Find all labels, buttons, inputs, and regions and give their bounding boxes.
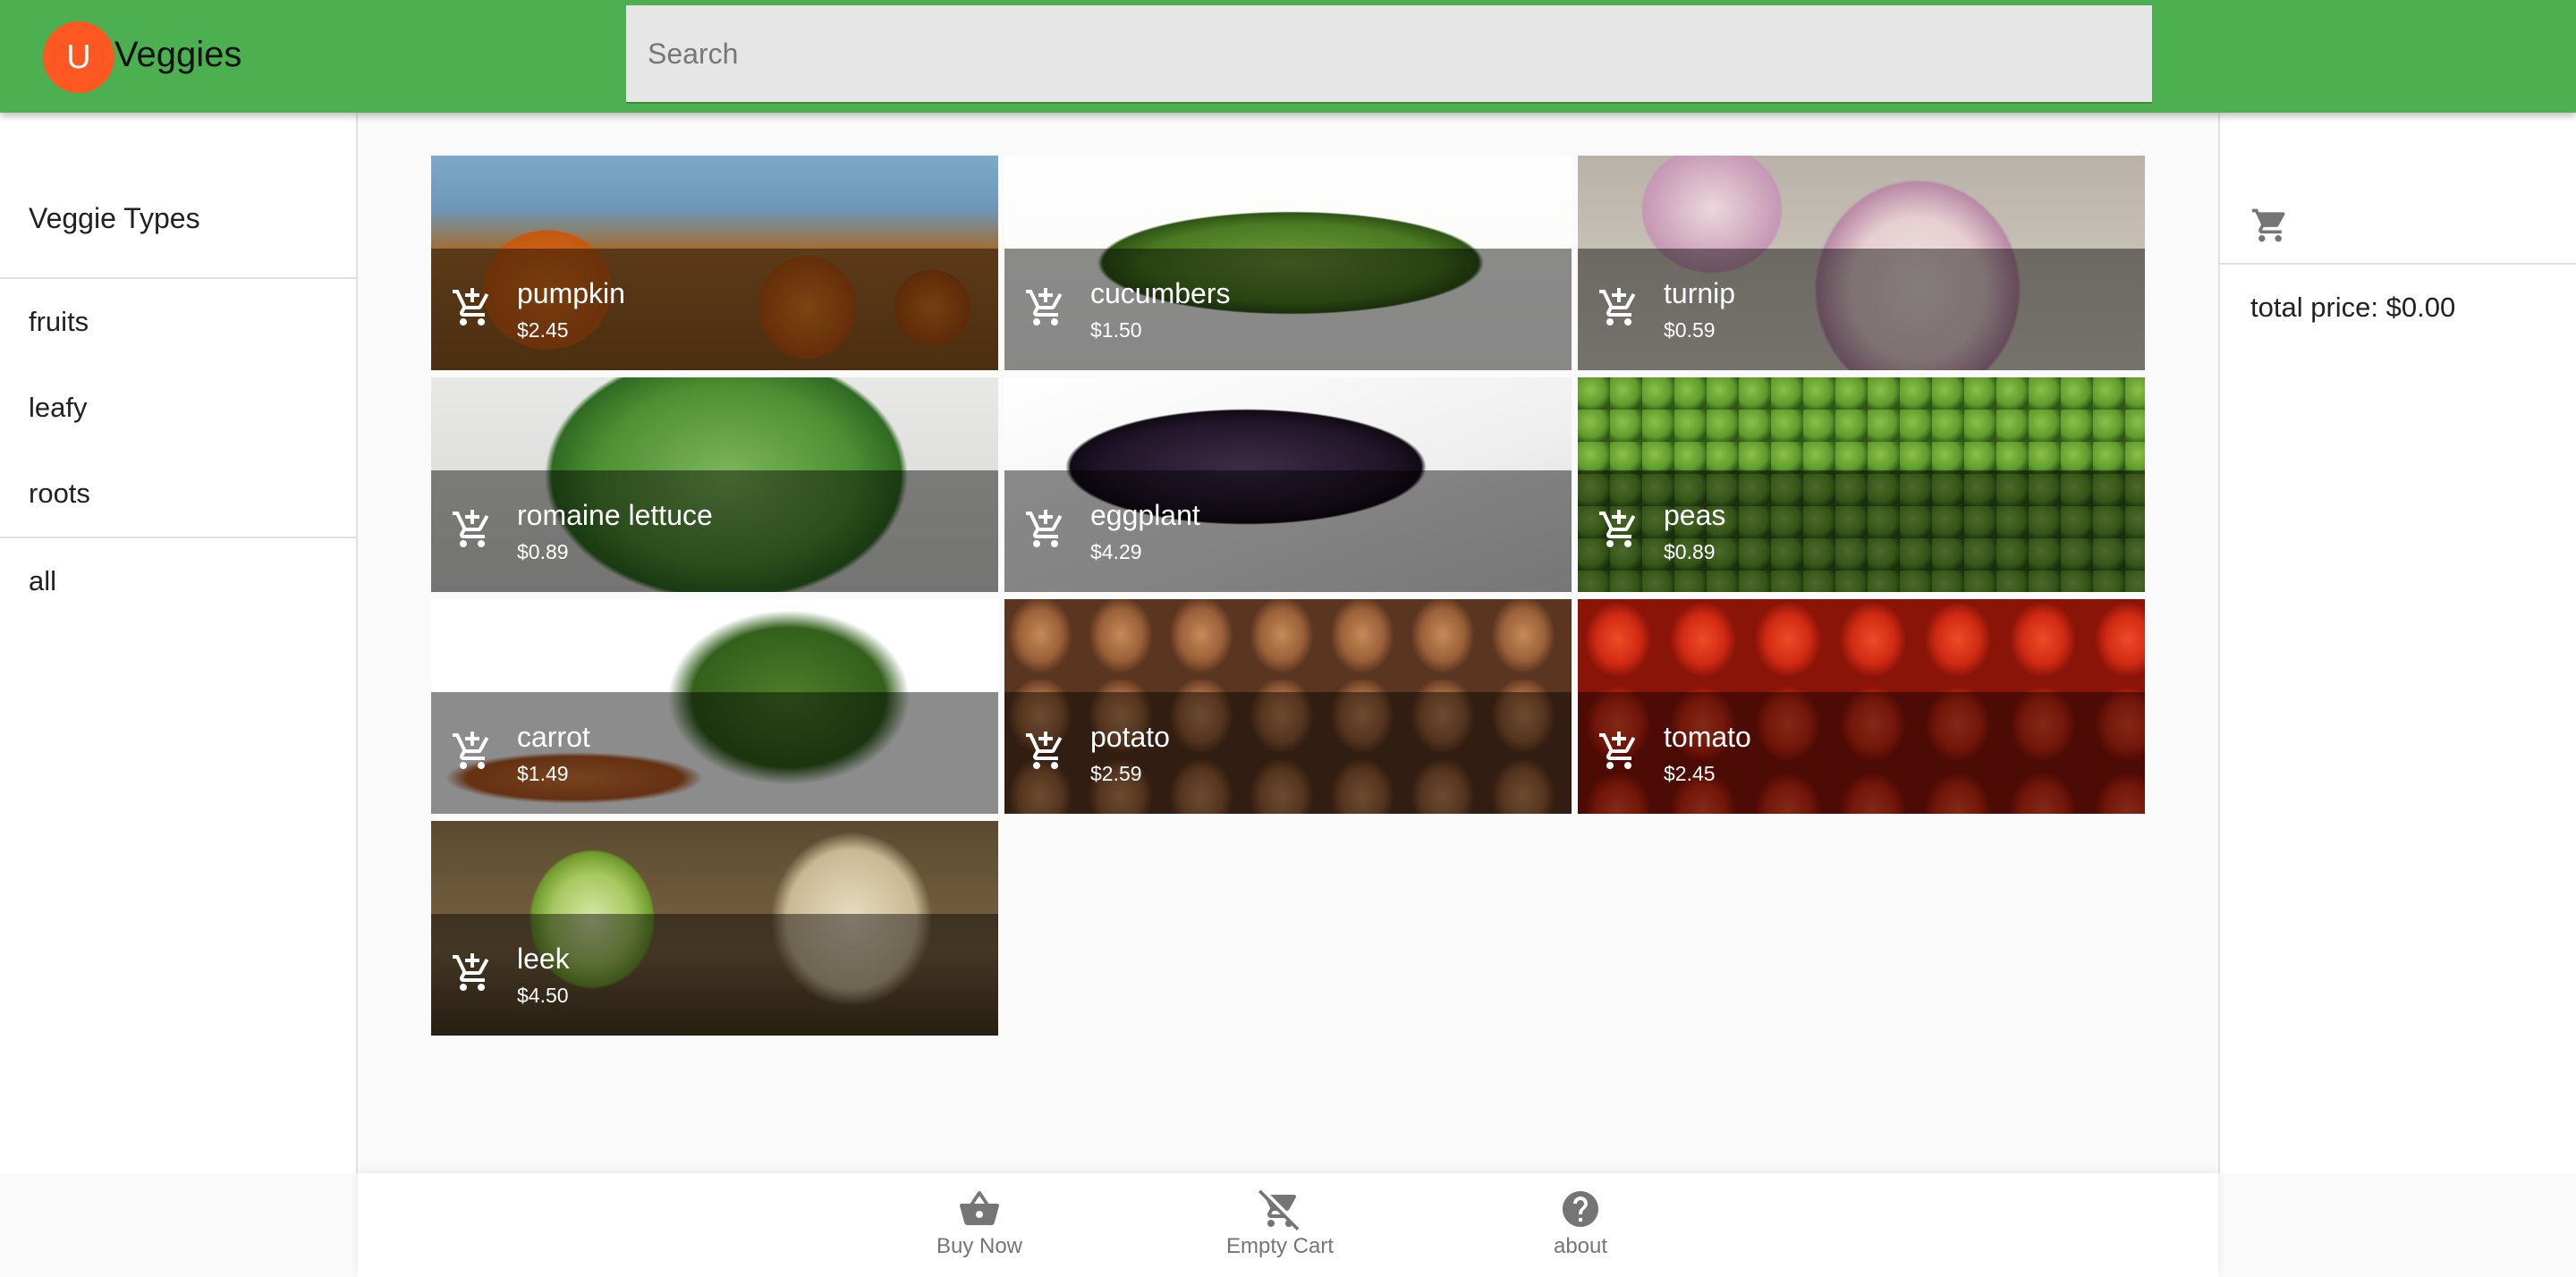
product-tile-potato[interactable]: potato $2.59 (1004, 599, 1572, 814)
product-grid: pumpkin $2.45 cucumbers $1.50 turnip $0.… (431, 156, 2145, 1036)
product-price: $2.59 (1090, 762, 1142, 785)
user-avatar[interactable]: U (43, 21, 114, 93)
total-price: total price: $0.00 (2250, 292, 2456, 323)
tile-caption-bar: potato $2.59 (1004, 692, 1572, 814)
product-price: $0.59 (1664, 318, 1716, 342)
tile-caption-bar: eggplant $4.29 (1004, 470, 1572, 592)
sidebar-item-fruits[interactable]: fruits (29, 306, 89, 338)
tile-caption-bar: leek $4.50 (431, 914, 998, 1036)
product-name: peas (1664, 499, 1726, 531)
sidebar-item-roots[interactable]: roots (29, 478, 90, 510)
bottom-navigation: Buy Now Empty Cart about (358, 1173, 2218, 1277)
empty-cart-button[interactable]: Empty Cart (1191, 1188, 1369, 1268)
product-name: potato (1090, 721, 1170, 753)
cart-divider (2220, 263, 2576, 265)
tile-caption-bar: pumpkin $2.45 (431, 249, 998, 370)
product-tile-peas[interactable]: peas $0.89 (1578, 377, 2145, 592)
cart-panel: total price: $0.00 (2218, 113, 2576, 1173)
tile-caption-bar: romaine lettuce $0.89 (431, 470, 998, 592)
product-price: $1.50 (1090, 318, 1142, 342)
product-price: $2.45 (517, 318, 569, 342)
remove-shopping-cart-icon (1258, 1189, 1300, 1230)
tile-caption-bar: carrot $1.49 (431, 692, 998, 814)
product-price: $4.50 (517, 984, 569, 1007)
add-shopping-cart-icon[interactable] (451, 730, 494, 773)
product-tile-carrot[interactable]: carrot $1.49 (431, 599, 998, 814)
sidebar-subheader: Veggie Types (29, 202, 200, 234)
nav-label: Buy Now (936, 1234, 1023, 1258)
product-tile-tomato[interactable]: tomato $2.45 (1578, 599, 2145, 814)
tile-caption-bar: peas $0.89 (1578, 470, 2145, 592)
product-tile-leek[interactable]: leek $4.50 (431, 821, 998, 1036)
add-shopping-cart-icon[interactable] (1024, 508, 1067, 551)
product-price: $4.29 (1090, 540, 1142, 563)
product-price: $0.89 (1664, 540, 1716, 563)
product-name: eggplant (1090, 499, 1200, 531)
shopping-cart-icon[interactable] (2250, 206, 2290, 245)
app-bar: U Veggies (0, 0, 2576, 113)
tile-caption-bar: tomato $2.45 (1578, 692, 2145, 814)
product-name: romaine lettuce (517, 499, 713, 531)
product-name: cucumbers (1090, 277, 1231, 309)
product-name: pumpkin (517, 277, 625, 309)
sidebar-item-all[interactable]: all (29, 565, 56, 597)
veggie-type-sidebar: Veggie Types fruits leafy roots all (0, 113, 358, 1173)
add-shopping-cart-icon[interactable] (451, 951, 494, 994)
app-title: Veggies (114, 35, 242, 74)
sidebar-divider (0, 277, 356, 279)
add-shopping-cart-icon[interactable] (451, 508, 494, 551)
product-name: tomato (1664, 721, 1751, 753)
product-tile-eggplant[interactable]: eggplant $4.29 (1004, 377, 1572, 592)
sidebar-divider (0, 537, 356, 538)
product-name: turnip (1664, 277, 1736, 309)
nav-label: Empty Cart (1225, 1234, 1335, 1258)
basket-icon (960, 1191, 999, 1225)
tile-caption-bar: turnip $0.59 (1578, 249, 2145, 370)
product-price: $1.49 (517, 762, 569, 785)
sidebar-item-leafy[interactable]: leafy (29, 392, 87, 424)
search-input[interactable] (626, 5, 2152, 104)
product-name: carrot (517, 721, 590, 753)
about-button[interactable]: about (1491, 1188, 1670, 1268)
add-shopping-cart-icon[interactable] (1024, 730, 1067, 773)
add-shopping-cart-icon[interactable] (451, 286, 494, 329)
add-shopping-cart-icon[interactable] (1024, 286, 1067, 329)
product-tile-turnip[interactable]: turnip $0.59 (1578, 156, 2145, 370)
product-price: $0.89 (517, 540, 569, 563)
buy-now-button[interactable]: Buy Now (890, 1188, 1069, 1268)
help-circle-icon (1563, 1191, 1598, 1227)
product-tile-cucumbers[interactable]: cucumbers $1.50 (1004, 156, 1572, 370)
add-shopping-cart-icon[interactable] (1597, 286, 1640, 329)
product-price: $2.45 (1664, 762, 1716, 785)
product-name: leek (517, 943, 570, 975)
product-tile-romaine-lettuce[interactable]: romaine lettuce $0.89 (431, 377, 998, 592)
nav-label: about (1553, 1234, 1608, 1258)
tile-caption-bar: cucumbers $1.50 (1004, 249, 1572, 370)
add-shopping-cart-icon[interactable] (1597, 508, 1640, 551)
add-shopping-cart-icon[interactable] (1597, 730, 1640, 773)
product-tile-pumpkin[interactable]: pumpkin $2.45 (431, 156, 998, 370)
